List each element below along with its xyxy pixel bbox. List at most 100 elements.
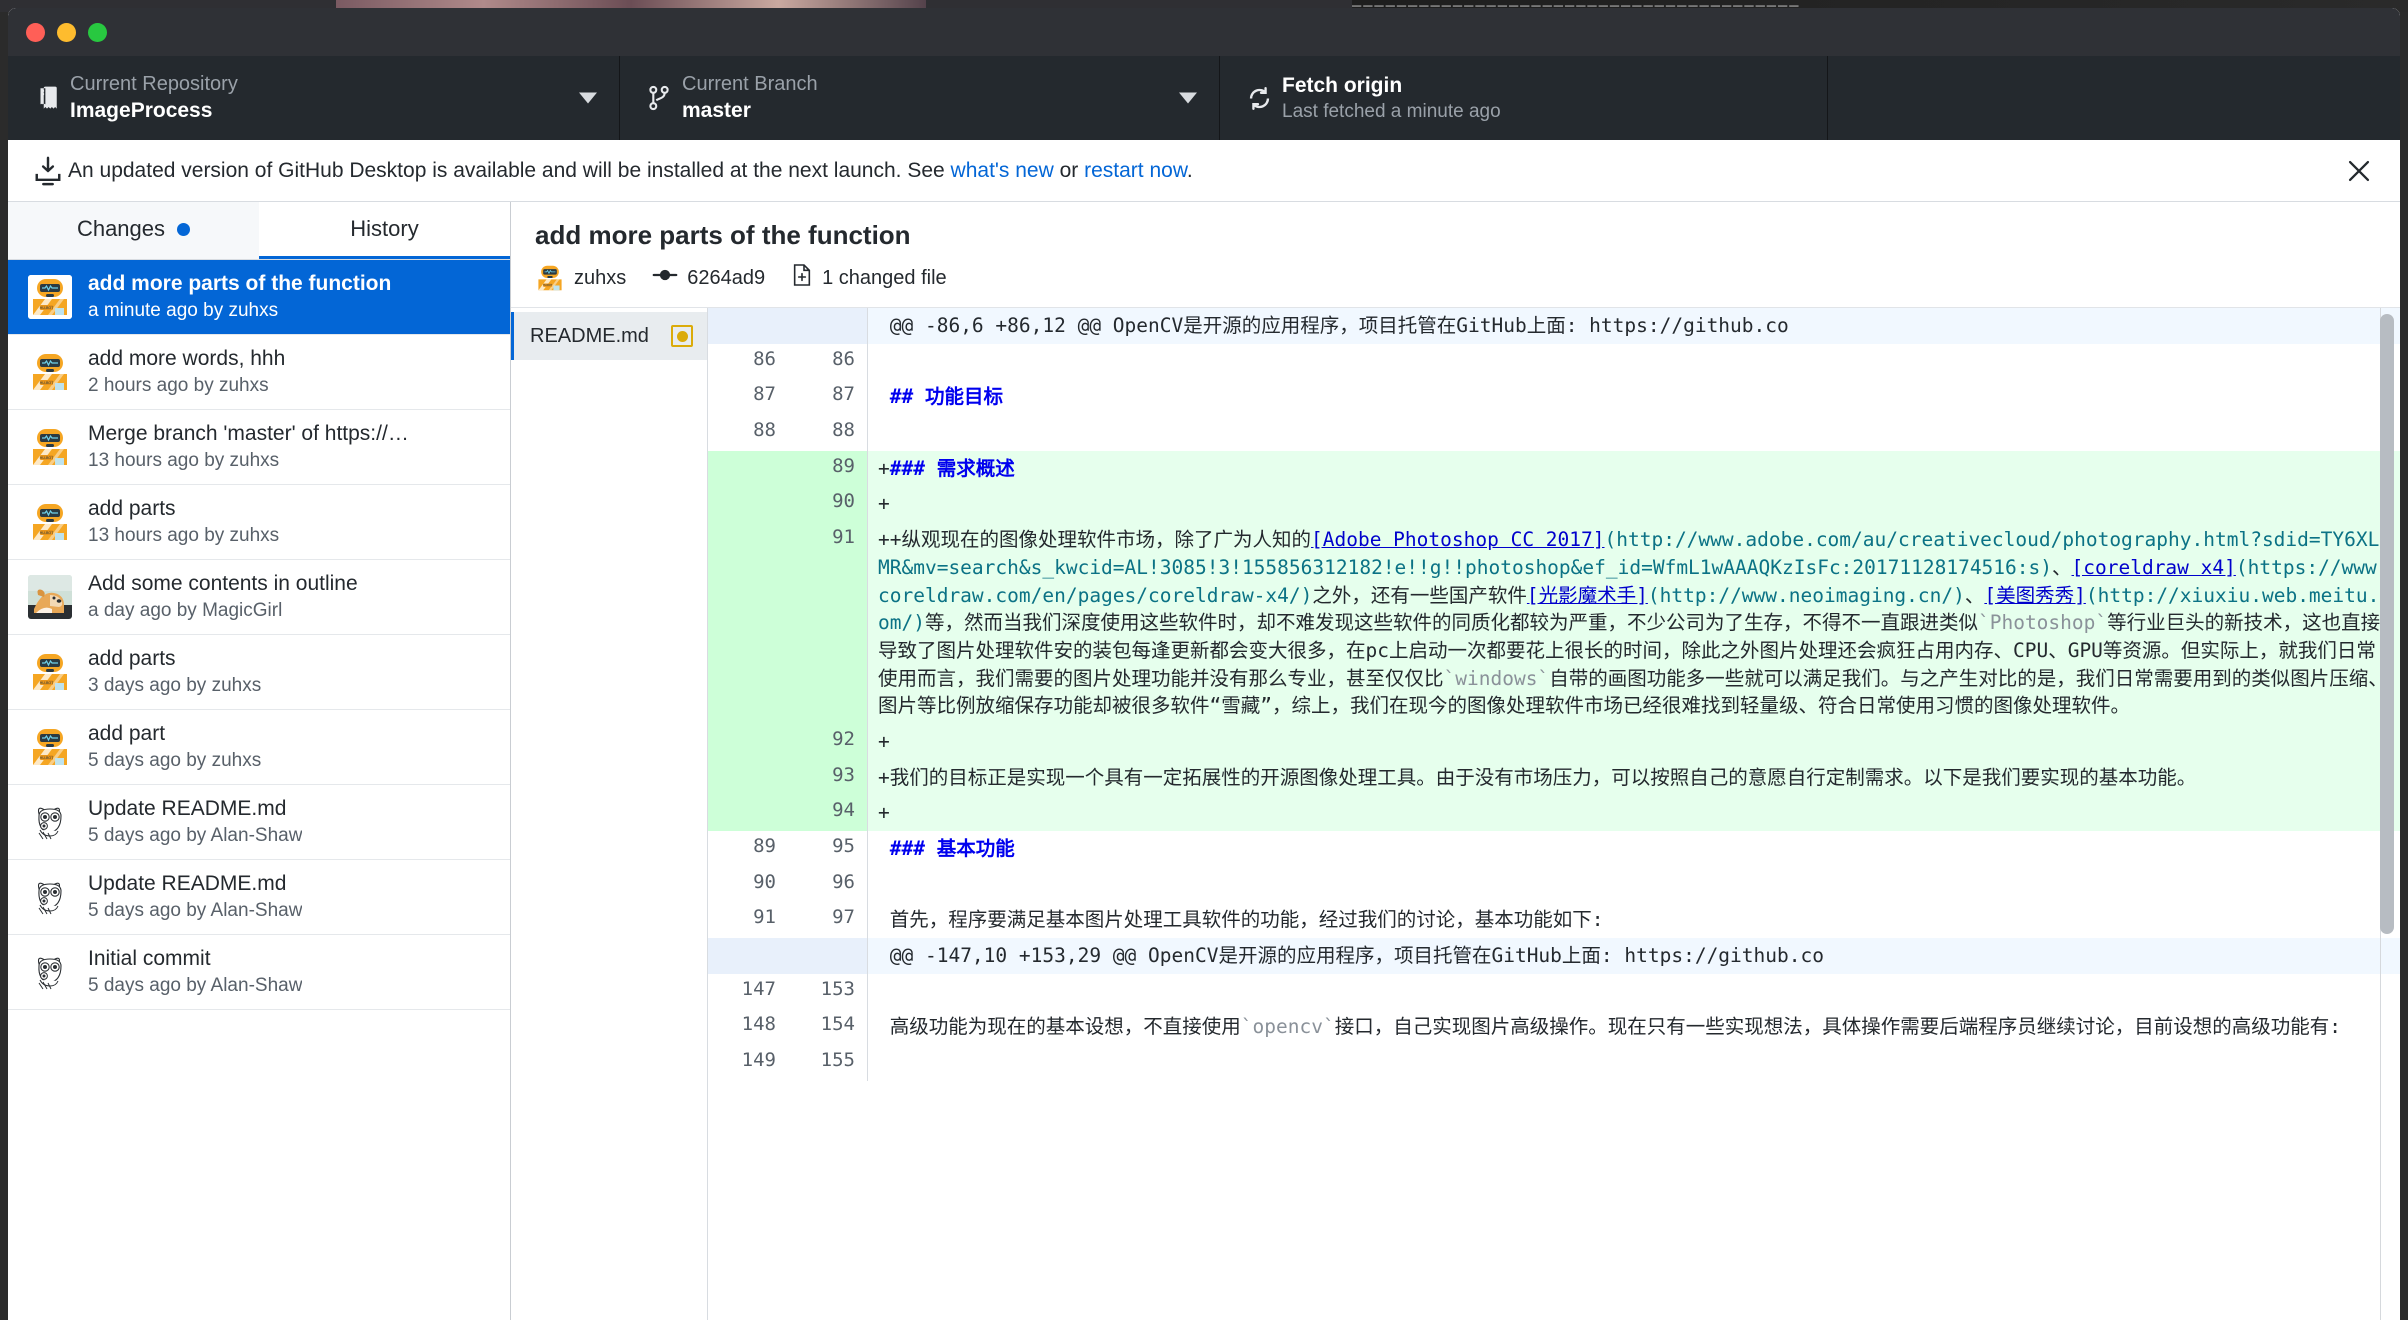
diff-old-line-number: 149: [708, 1045, 788, 1081]
current-branch-label: Current Branch: [682, 72, 818, 95]
github-desktop-window: Current Repository ImageProcess Current …: [8, 8, 2400, 1320]
svg-text:HU-BOT: HU-BOT: [40, 381, 55, 385]
fetch-origin-title: Fetch origin: [1282, 73, 1403, 97]
avatar: [28, 875, 72, 919]
diff-new-line-number: 88: [788, 415, 868, 451]
commit-item-title: Add some contents in outline: [88, 572, 358, 595]
close-icon[interactable]: [2344, 156, 2374, 186]
commit-list-item[interactable]: Initial commit 5 days ago by Alan-Shaw: [8, 935, 510, 1010]
avatar: HU-BOT: [28, 275, 72, 319]
commit-list-item[interactable]: Add some contents in outline a day ago b…: [8, 560, 510, 635]
close-window-button[interactable]: [26, 23, 45, 42]
diff-line: 90 96: [708, 866, 2400, 903]
diff-rows: @@ -86,6 +86,12 @@ OpenCV是开源的应用程序，项目托管在G…: [708, 308, 2400, 1320]
diff-new-line-number: 153: [788, 973, 868, 1010]
file-row[interactable]: README.md: [511, 312, 707, 360]
diff-old-line-number: [708, 450, 788, 487]
diff-new-line-number: 97: [788, 902, 868, 939]
commit-list[interactable]: HU-BOT add more parts of the function a …: [8, 260, 510, 1320]
commit-item-title: Merge branch 'master' of https://…: [88, 422, 409, 445]
commit-list-item[interactable]: HU-BOT add part 5 days ago by zuhxs: [8, 710, 510, 785]
commit-item-meta: a day ago by MagicGirl: [88, 600, 283, 622]
diff-line-content: [868, 344, 2400, 380]
sync-icon: [1242, 84, 1276, 113]
diff-scrollbar-thumb[interactable]: [2380, 314, 2394, 934]
diff-line: 86 86: [708, 343, 2400, 380]
update-banner-text-before: An updated version of GitHub Desktop is …: [68, 158, 951, 182]
diff-new-line-number: 155: [788, 1045, 868, 1081]
diff-line: 87 87 ## 功能目标: [708, 379, 2400, 416]
commit-list-item[interactable]: Update README.md 5 days ago by Alan-Shaw: [8, 785, 510, 860]
main-panel: add more parts of the function HU-BOT zu…: [511, 202, 2400, 1320]
zoom-window-button[interactable]: [88, 23, 107, 42]
commit-item-meta: 13 hours ago by zuhxs: [88, 525, 280, 547]
diff-new-line-number: 96: [788, 866, 868, 903]
diff-new-line-number: 86: [788, 343, 868, 380]
diff-old-line-number: 148: [708, 1009, 788, 1046]
whats-new-link[interactable]: what's new: [951, 159, 1054, 182]
diff-old-line-number: 87: [708, 379, 788, 416]
commit-item-meta: 5 days ago by Alan-Shaw: [88, 975, 303, 997]
main-toolbar: Current Repository ImageProcess Current …: [8, 56, 2400, 140]
diff-line-content: [868, 415, 2400, 451]
current-repository-button[interactable]: Current Repository ImageProcess: [8, 56, 620, 140]
avatar: [28, 950, 72, 994]
app-body: Changes History HU-BOT add more parts of…: [8, 202, 2400, 1320]
tab-history[interactable]: History: [259, 202, 510, 259]
diff-line: 91 97 首先，程序要满足基本图片处理工具软件的功能，经过我们的讨论，基本功能…: [708, 902, 2400, 939]
diff-new-line-number: 91: [788, 522, 868, 724]
svg-text:HU-BOT: HU-BOT: [40, 456, 55, 460]
changed-files-count: 1 changed file: [822, 266, 947, 289]
fetch-origin-subtitle: Last fetched a minute ago: [1282, 101, 1501, 123]
commit-list-item[interactable]: HU-BOT add more parts of the function a …: [8, 260, 510, 335]
diff-old-line-number: 147: [708, 973, 788, 1010]
diff-line: 147 153: [708, 973, 2400, 1010]
minimize-window-button[interactable]: [57, 23, 76, 42]
restart-now-link[interactable]: restart now: [1084, 159, 1187, 182]
svg-text:HU-BOT: HU-BOT: [543, 284, 553, 287]
app-root: ────────────────────────────────────────: [0, 0, 2408, 1320]
diff-line: 90 +: [708, 486, 2400, 523]
commit-list-item[interactable]: HU-BOT add more words, hhh 2 hours ago b…: [8, 335, 510, 410]
current-branch-button[interactable]: Current Branch master: [620, 56, 1220, 140]
diff-new-line-number: 89: [788, 450, 868, 487]
commit-list-item[interactable]: HU-BOT add parts 3 days ago by zuhxs: [8, 635, 510, 710]
commit-author-name: zuhxs: [574, 266, 627, 289]
traffic-lights: [26, 23, 107, 42]
file-status-modified-icon: [671, 325, 693, 347]
sidebar-tabs: Changes History: [8, 202, 510, 260]
commit-author: HU-BOT zuhxs: [535, 263, 626, 293]
commit-list-item[interactable]: Update README.md 5 days ago by Alan-Shaw: [8, 860, 510, 935]
current-repository-value: ImageProcess: [70, 99, 213, 123]
branch-icon: [642, 84, 676, 112]
diff-viewer[interactable]: @@ -86,6 +86,12 @@ OpenCV是开源的应用程序，项目托管在G…: [708, 308, 2400, 1320]
changes-indicator-dot: [177, 222, 191, 236]
commit-list-item[interactable]: HU-BOT add parts 13 hours ago by zuhxs: [8, 485, 510, 560]
commit-sha[interactable]: 6264ad9: [652, 265, 765, 291]
current-repository-label: Current Repository: [70, 72, 238, 95]
commit-item-title: Initial commit: [88, 947, 211, 970]
avatar: HU-BOT: [28, 650, 72, 694]
diff-new-line-number: 93: [788, 759, 868, 796]
svg-text:HU-BOT: HU-BOT: [40, 306, 55, 310]
diff-scrollbar-track[interactable]: [2380, 308, 2398, 1320]
diff-line: 148 154 高级功能为现在的基本设想，不直接使用`opencv`接口，自己实…: [708, 1009, 2400, 1046]
commit-item-title: add parts: [88, 647, 176, 670]
svg-text:HU-BOT: HU-BOT: [40, 531, 55, 535]
download-desktop-icon: [28, 156, 68, 186]
diff-new-line-number: 154: [788, 1009, 868, 1046]
commit-item-meta: 13 hours ago by zuhxs: [88, 450, 280, 472]
tab-history-label: History: [350, 216, 419, 241]
commit-item-title: Update README.md: [88, 797, 287, 820]
diff-new-line-number: 95: [788, 831, 868, 867]
diff-old-line-number: [708, 938, 788, 974]
commit-icon: [652, 265, 678, 291]
diff-line-content: +: [878, 492, 890, 516]
tab-changes[interactable]: Changes: [8, 202, 259, 259]
diff-new-line-number: [788, 308, 868, 344]
diff-old-line-number: [708, 723, 788, 760]
diff-line: 91 ++纵观现在的图像处理软件市场，除了广为人知的[Adobe Photosh…: [708, 522, 2400, 724]
toolbar-empty-area: [1828, 56, 2400, 140]
fetch-origin-button[interactable]: Fetch origin Last fetched a minute ago: [1220, 56, 1828, 140]
commit-list-item[interactable]: HU-BOT Merge branch 'master' of https://…: [8, 410, 510, 485]
